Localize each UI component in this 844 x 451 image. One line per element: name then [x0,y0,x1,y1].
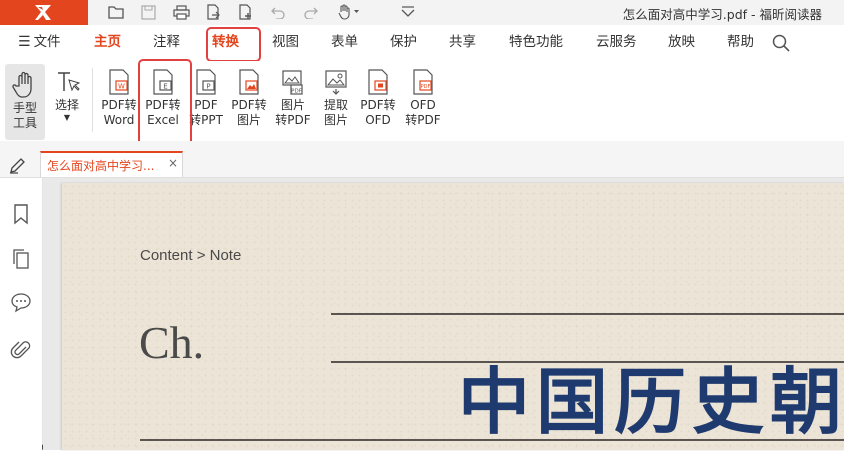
ofd-to-pdf-button[interactable]: PDF OFD 转PDF [403,61,443,137]
hand-tool-button[interactable]: 手型 工具 [5,64,45,140]
tab-slideshow[interactable]: 放映 [668,25,695,61]
close-tab-icon[interactable]: × [168,156,178,170]
pdf-to-ofd-label-2: OFD [365,113,391,127]
pdf-to-word-button[interactable]: W PDF转 Word [99,61,139,137]
comment-icon[interactable] [9,290,33,314]
hand-tool-label: 手型 工具 [12,101,37,130]
svg-text:PDF: PDF [291,89,302,95]
select-label: 选择 [54,98,79,112]
menu-file[interactable]: ☰ 文件 [18,25,61,61]
pdf-to-ofd-label-1: PDF转 [360,98,396,112]
extract-images-icon [325,70,347,95]
window-title: 怎么面对高中学习.pdf - 福昕阅读器 [622,7,822,22]
chapter-label: Ch. [139,317,205,368]
pdf-to-image-label-2: 图片 [236,113,261,127]
document-title: 中国历史朝 [458,359,844,444]
ofd-to-pdf-label-2: 转PDF [405,113,441,127]
tab-home[interactable]: 主页 [94,25,121,61]
redo-icon[interactable] [301,3,321,21]
pdf-to-word-label-2: Word [103,113,135,127]
svg-text:W: W [118,83,125,91]
tab-view[interactable]: 视图 [272,25,299,61]
menu-file-label: 文件 [33,34,61,50]
tab-comment[interactable]: 注释 [153,25,180,61]
foxit-logo-icon [35,5,51,20]
pdf-page: Content > Note Ch. 中国历史朝 [62,183,844,450]
select-button[interactable]: 选择 ▼ [50,61,84,137]
left-sidebar: ▶ [0,178,47,451]
tab-features[interactable]: 特色功能 [509,25,563,61]
tab-protect[interactable]: 保护 [390,25,417,61]
extract-images-button[interactable]: 提取 图片 [318,61,354,137]
image-to-pdf-icon: PDF [282,70,303,95]
hand-dropdown-icon[interactable] [336,3,362,21]
new-file-icon[interactable] [235,3,255,21]
pdf-to-image-button[interactable]: PDF转 图片 [229,61,269,137]
svg-text:P: P [206,83,210,91]
hamburger-icon: ☰ [18,34,31,50]
text-select-icon [58,72,80,92]
document-tab-label: 怎么面对高中学习... [47,159,155,173]
pdf-to-ofd-icon [368,69,388,95]
attachment-icon[interactable] [9,338,33,362]
pdf-to-ofd-button[interactable]: PDF转 OFD [358,61,398,137]
image-to-pdf-label-2: 转PDF [275,113,311,127]
open-folder-icon[interactable] [106,3,126,21]
ribbon-separator [92,68,93,132]
save-icon[interactable] [138,3,158,21]
search-icon[interactable] [772,31,790,55]
chevron-down-icon: ▼ [63,113,71,122]
app-logo[interactable] [0,0,88,25]
pdf-to-word-icon: W [109,69,129,95]
pdf-to-word-label-1: PDF转 [101,98,137,112]
tab-form[interactable]: 表单 [331,25,358,61]
hand-icon [12,71,32,98]
extract-images-label-2: 图片 [323,113,348,127]
page-breadcrumb: Content > Note [140,247,242,264]
tab-cloud[interactable]: 云服务 [596,25,637,61]
convert-tab-highlight [206,27,261,62]
document-tab[interactable]: 怎么面对高中学习... × [40,151,183,177]
pdf-to-ppt-button[interactable]: P PDF 转PPT [188,61,224,137]
bookmark-icon[interactable] [9,202,33,226]
title-bar: 怎么面对高中学习.pdf - 福昕阅读器 [0,0,844,25]
pdf-to-image-label-1: PDF转 [231,98,267,112]
ruled-line [331,313,844,315]
image-to-pdf-label-1: 图片 [280,98,305,112]
menu-bar: ☰ 文件 主页 注释 转换 视图 表单 保护 共享 特色功能 云服务 放映 帮助 [0,25,844,61]
customize-dropdown-icon[interactable] [398,3,418,21]
extract-images-label-1: 提取 [323,98,348,112]
pdf-to-ppt-icon: P [196,69,216,95]
ofd-to-pdf-icon: PDF [413,69,433,95]
tab-share[interactable]: 共享 [449,25,476,61]
export-icon[interactable] [203,3,223,21]
svg-text:PDF: PDF [421,84,431,90]
print-icon[interactable] [171,3,191,21]
pdf-to-ppt-label-2: 转PPT [189,113,223,127]
pages-icon[interactable] [9,247,33,271]
tab-help[interactable]: 帮助 [727,25,754,61]
ribbon-toolbar: 手型 工具 选择 ▼ W PDF转 Word E PDF转 Excel P PDF… [0,61,844,142]
pdf-to-ppt-label-1: PDF [194,98,218,112]
pdf-to-image-icon [239,69,259,95]
image-to-pdf-button[interactable]: PDF 图片 转PDF [273,61,313,137]
pencil-icon[interactable] [8,155,28,175]
undo-icon[interactable] [268,3,288,21]
ofd-to-pdf-label-1: OFD [410,98,436,112]
